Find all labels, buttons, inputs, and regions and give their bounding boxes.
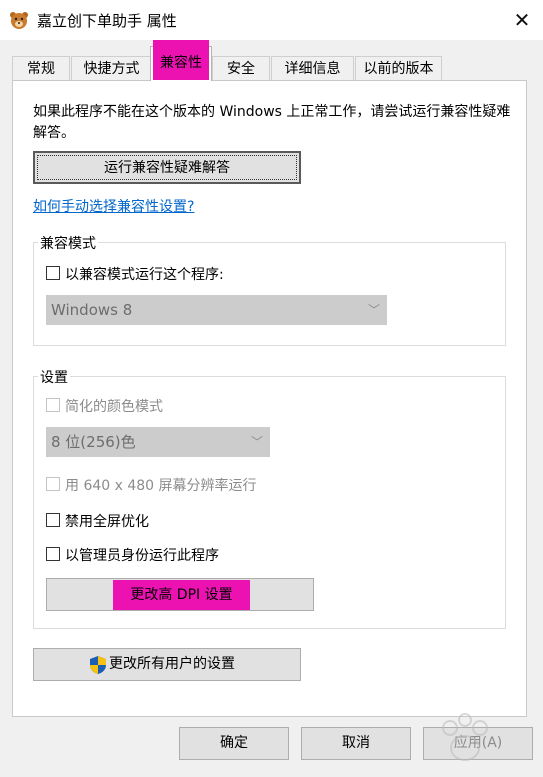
color-depth-select: 8 位(256)色 ﹀ — [46, 427, 270, 457]
reduced-color-checkbox — [46, 398, 60, 412]
bear-app-icon — [10, 12, 28, 29]
window-title: 嘉立创下单助手 属性 — [37, 12, 177, 30]
run-as-admin-row[interactable]: 以管理员身份运行此程序 — [46, 545, 266, 565]
change-dpi-label[interactable]: 更改高 DPI 设置 — [113, 580, 250, 610]
compat-os-select-value: Windows 8 — [51, 301, 133, 319]
uac-shield-icon — [90, 656, 106, 674]
reduced-color-row: 简化的颜色模式 — [46, 396, 246, 416]
ok-button[interactable]: 确定 — [179, 727, 289, 760]
compat-description: 如果此程序不能在这个版本的 Windows 上正常工作，请尝试运行兼容性疑难解答… — [33, 104, 511, 141]
change-all-users-label: 更改所有用户的设置 — [109, 656, 235, 672]
compat-mode-group-label: 兼容模式 — [38, 233, 98, 253]
disable-fullscreen-checkbox[interactable] — [46, 513, 60, 527]
color-depth-select-value: 8 位(256)色 — [51, 433, 136, 451]
run-troubleshooter-button[interactable]: 运行兼容性疑难解答 — [33, 151, 301, 184]
compat-mode-checkbox-row[interactable]: 以兼容模式运行这个程序: — [46, 264, 296, 284]
run-troubleshooter-label: 运行兼容性疑难解答 — [104, 160, 230, 176]
watermark-image — [420, 708, 543, 772]
cancel-button[interactable]: 取消 — [301, 727, 411, 760]
disable-fullscreen-label: 禁用全屏优化 — [65, 514, 149, 530]
res-640-row: 用 640 x 480 屏幕分辨率运行 — [46, 475, 306, 495]
compat-os-select: Windows 8 ﹀ — [46, 295, 387, 325]
run-as-admin-checkbox[interactable] — [46, 547, 60, 561]
tab-security[interactable]: 安全 — [212, 56, 270, 80]
compat-mode-checkbox[interactable] — [46, 266, 60, 280]
disable-fullscreen-row[interactable]: 禁用全屏优化 — [46, 511, 246, 531]
tab-details[interactable]: 详细信息 — [271, 56, 354, 80]
chevron-down-icon: ﹀ — [250, 435, 263, 449]
tab-previous-versions[interactable]: 以前的版本 — [355, 56, 442, 80]
manual-compat-link[interactable]: 如何手动选择兼容性设置? — [33, 196, 194, 216]
tab-general[interactable]: 常规 — [12, 56, 70, 80]
compat-mode-group — [33, 242, 506, 346]
res-640-checkbox — [46, 477, 60, 491]
settings-group-label: 设置 — [38, 367, 70, 387]
chevron-down-icon: ﹀ — [367, 303, 380, 317]
run-as-admin-label: 以管理员身份运行此程序 — [65, 548, 219, 564]
tab-compatibility-label[interactable]: 兼容性 — [153, 48, 209, 78]
res-640-label: 用 640 x 480 屏幕分辨率运行 — [65, 478, 257, 494]
compat-mode-checkbox-label: 以兼容模式运行这个程序: — [65, 267, 224, 283]
reduced-color-label: 简化的颜色模式 — [65, 399, 163, 415]
tab-shortcut[interactable]: 快捷方式 — [71, 56, 152, 80]
close-button[interactable]: ✕ — [503, 6, 541, 34]
title-bar: 嘉立创下单助手 属性 ✕ — [0, 0, 543, 40]
